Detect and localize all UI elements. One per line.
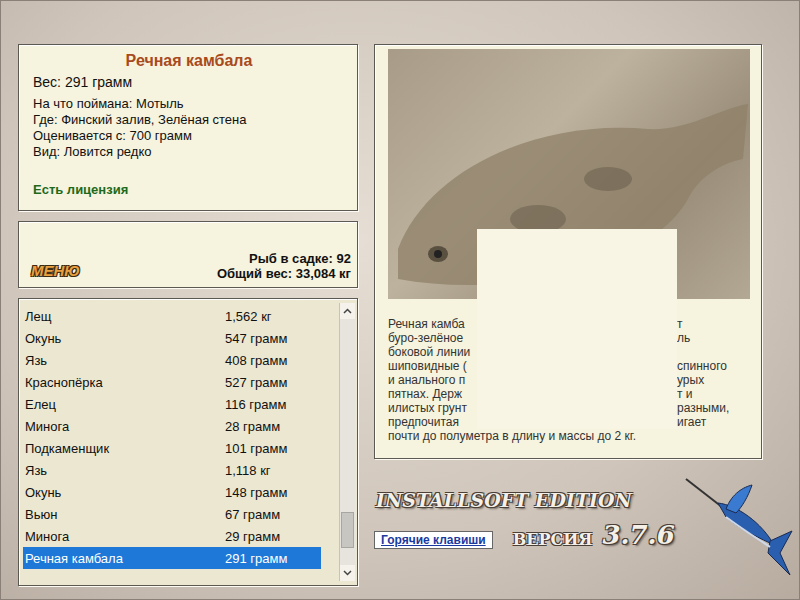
- game-screen: Речная камбала Вес: 291 грамм На что пойма…: [0, 0, 800, 600]
- fish-title: Речная камбала: [33, 51, 345, 71]
- catch-row[interactable]: Язь408 грамм: [23, 349, 321, 371]
- catch-row[interactable]: Краснопёрка527 грамм: [23, 371, 321, 393]
- logo-title: INSTALLSOFT EDITION: [374, 489, 682, 511]
- catch-list: Лещ1,562 кгОкунь547 граммЯзь408 граммКра…: [18, 298, 358, 586]
- license-status: Есть лицензия: [33, 182, 345, 202]
- fish-weight: Вес: 291 грамм: [33, 73, 345, 91]
- hotkeys-button[interactable]: Горячие клавиши: [374, 531, 493, 549]
- fish-info-panel: Речная камбала Вес: 291 грамм На что пойма…: [18, 44, 358, 211]
- marlin-icon: [682, 473, 794, 577]
- catch-row[interactable]: Окунь148 грамм: [23, 481, 321, 503]
- catch-row[interactable]: Подкаменщик101 грамм: [23, 437, 321, 459]
- blank-overlay: [477, 229, 677, 429]
- keepnet-panel: МЕНЮ Рыб в садке: 92Общий вес: 33,084 кг: [18, 221, 358, 288]
- catch-row[interactable]: Язь1,118 кг: [23, 459, 321, 481]
- scroll-down-button[interactable]: [340, 565, 355, 581]
- scroll-up-button[interactable]: [340, 303, 355, 319]
- catch-row[interactable]: Минога28 грамм: [23, 415, 321, 437]
- fish-detail: Вид: Ловится редко: [33, 144, 345, 160]
- scrollbar[interactable]: [339, 303, 355, 581]
- version-number: 3.7.6: [602, 521, 674, 549]
- fish-detail: Оценивается с: 700 грамм: [33, 128, 345, 144]
- fish-detail: Где: Финский залив, Зелёная стена: [33, 112, 345, 128]
- catch-row[interactable]: Елец116 грамм: [23, 393, 321, 415]
- fish-count: Рыб в садке: 92: [217, 251, 351, 266]
- catch-row[interactable]: Вьюн67 грамм: [23, 503, 321, 525]
- version-label: ВЕРСИЯ: [513, 530, 593, 549]
- menu-button[interactable]: МЕНЮ: [29, 262, 82, 281]
- fish-description-panel: Речная камбатбуро-зелёноельбоковой линии…: [374, 44, 762, 459]
- chevron-up-icon: [343, 308, 352, 314]
- total-weight: Общий вес: 33,084 кг: [217, 266, 351, 281]
- catch-row[interactable]: Лещ1,562 кг: [23, 305, 321, 327]
- scroll-thumb[interactable]: [341, 512, 354, 548]
- fish-detail: На что поймана: Мотыль: [33, 96, 345, 112]
- catch-row[interactable]: Окунь547 грамм: [23, 327, 321, 349]
- chevron-down-icon: [343, 570, 352, 576]
- catch-row[interactable]: Речная камбала291 грамм: [23, 547, 321, 569]
- catch-row[interactable]: Минога29 грамм: [23, 525, 321, 547]
